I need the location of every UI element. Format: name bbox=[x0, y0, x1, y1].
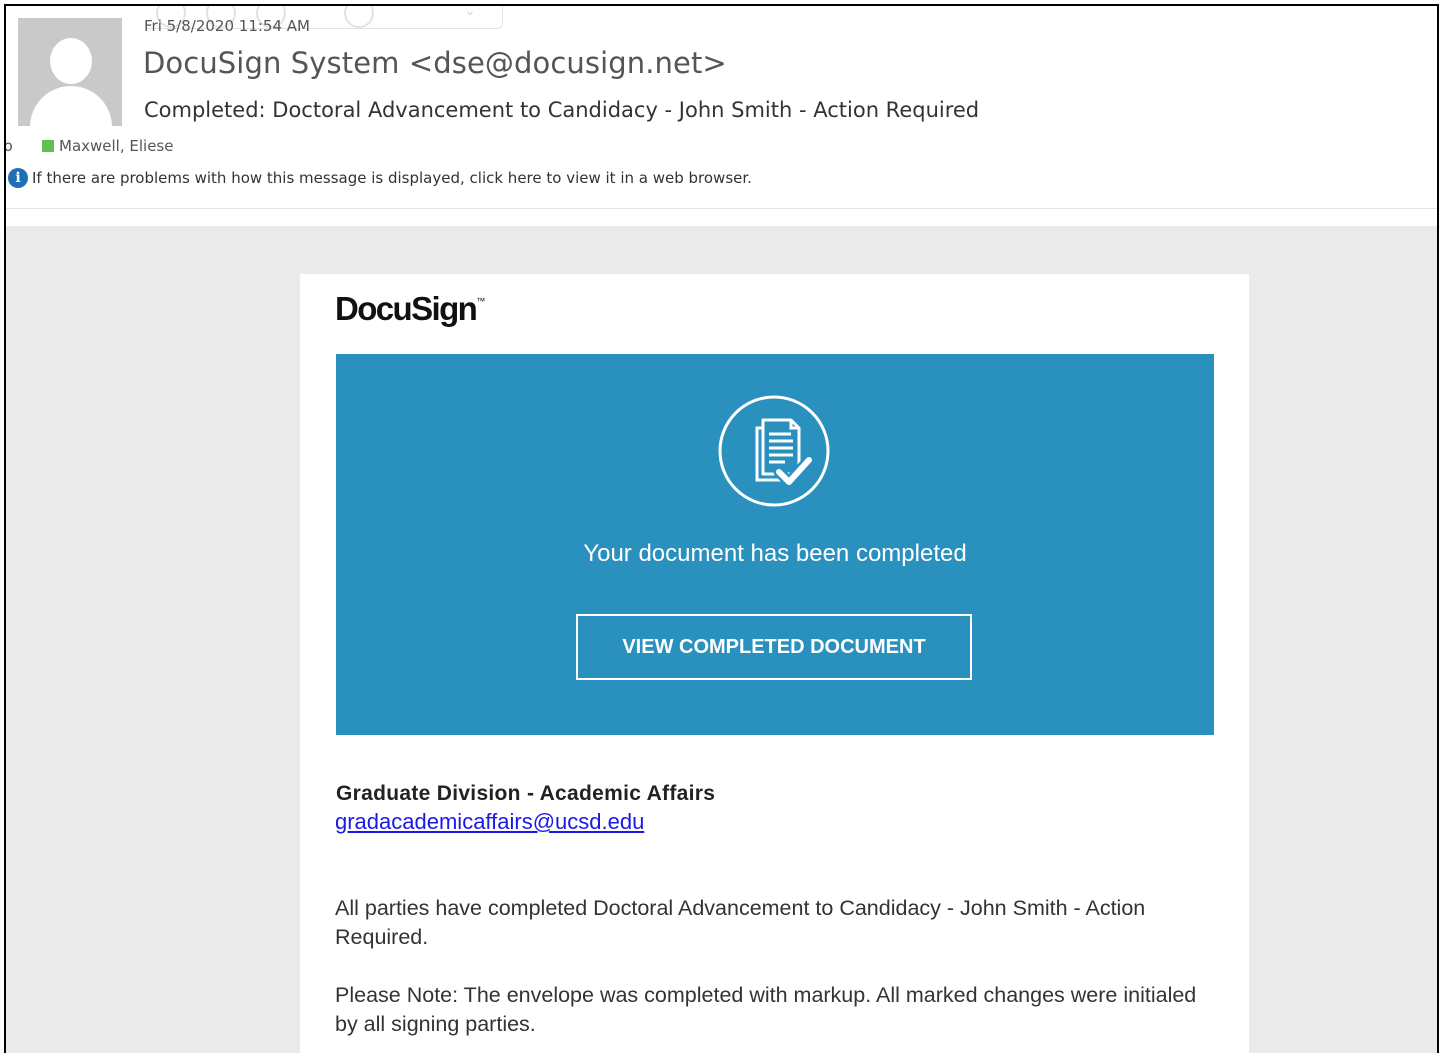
infobar-text[interactable]: If there are problems with how this mess… bbox=[32, 169, 752, 187]
email-body: DocuSign™ Your document has been complet… bbox=[6, 226, 1437, 1053]
sender-avatar bbox=[18, 18, 122, 126]
docusign-logo: DocuSign™ bbox=[335, 290, 485, 328]
message-card: DocuSign™ Your document has been complet… bbox=[300, 274, 1249, 1053]
header-divider bbox=[6, 208, 1437, 209]
sender-organization: Graduate Division - Academic Affairs bbox=[336, 782, 716, 805]
email-window: ⌄ Fri 5/8/2020 11:54 AM DocuSign System … bbox=[4, 4, 1439, 1053]
avatar-body-shape bbox=[30, 86, 112, 126]
mail-icon[interactable] bbox=[344, 6, 374, 28]
sent-date: Fri 5/8/2020 11:54 AM bbox=[144, 17, 310, 35]
info-icon: i bbox=[8, 168, 28, 188]
view-completed-document-button[interactable]: VIEW COMPLETED DOCUMENT bbox=[576, 614, 972, 680]
email-subject: Completed: Doctoral Advancement to Candi… bbox=[144, 98, 980, 122]
completion-banner: Your document has been completed VIEW CO… bbox=[336, 354, 1214, 735]
recipient-name[interactable]: Maxwell, Eliese bbox=[59, 137, 173, 155]
infobar[interactable]: i If there are problems with how this mes… bbox=[8, 168, 752, 188]
logo-trademark: ™ bbox=[476, 296, 486, 306]
to-label: To bbox=[4, 137, 13, 155]
document-check-icon bbox=[718, 395, 830, 507]
chevron-down-icon[interactable]: ⌄ bbox=[464, 6, 476, 19]
email-header: ⌄ Fri 5/8/2020 11:54 AM DocuSign System … bbox=[6, 6, 1437, 211]
logo-text: DocuSign bbox=[335, 290, 478, 327]
completion-paragraph: All parties have completed Doctoral Adva… bbox=[335, 896, 1146, 949]
organization-email-link[interactable]: gradacademicaffairs@ucsd.edu bbox=[335, 809, 644, 835]
presence-status-icon bbox=[42, 140, 54, 152]
avatar-head-shape bbox=[50, 38, 92, 84]
completion-message: Your document has been completed bbox=[583, 540, 967, 567]
markup-note-paragraph: Please Note: The envelope was completed … bbox=[335, 983, 1197, 1036]
sender-name[interactable]: DocuSign System <dse@docusign.net> bbox=[143, 46, 727, 80]
